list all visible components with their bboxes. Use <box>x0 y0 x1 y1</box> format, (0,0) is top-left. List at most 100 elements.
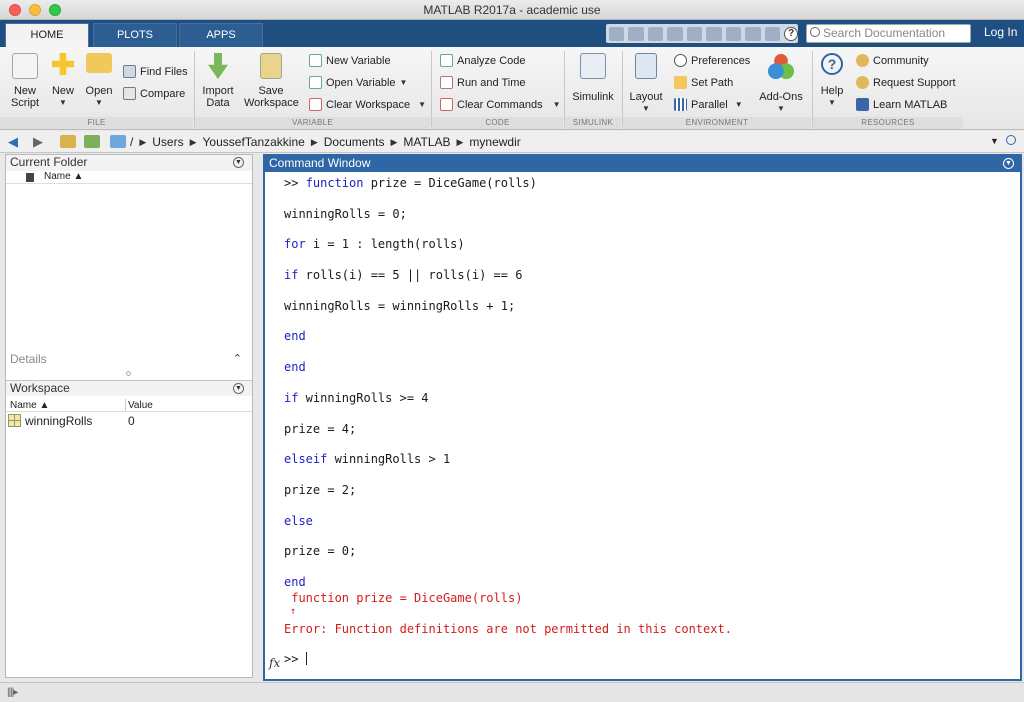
command-window-actions-icon[interactable]: ▼ <box>1003 158 1014 169</box>
tab-home[interactable]: HOME <box>5 23 89 48</box>
code-line: if winningRolls >= 4 <box>284 391 429 405</box>
add-ons-button[interactable]: Add-Ons ▼ <box>756 53 806 115</box>
command-prompt[interactable]: >> <box>284 652 307 666</box>
code-line: end <box>284 575 306 589</box>
community-button[interactable]: Community <box>856 54 929 67</box>
code-line: elseif winningRolls > 1 <box>284 452 451 466</box>
tab-plots[interactable]: PLOTS <box>93 23 177 47</box>
search-folder-icon[interactable] <box>1006 135 1016 145</box>
log-in-link[interactable]: Log In <box>984 25 1017 39</box>
undo-icon[interactable] <box>706 26 722 41</box>
parallel-dropdown-caret[interactable]: ▼ <box>735 100 743 109</box>
clear-workspace-icon <box>309 98 322 111</box>
open-variable-button[interactable]: Open Variable ▼ <box>309 76 407 89</box>
new-variable-button[interactable]: New Variable <box>309 54 391 67</box>
current-folder-actions-icon[interactable]: ▼ <box>233 157 244 168</box>
simulink-button[interactable]: Simulink <box>570 53 616 103</box>
set-path-button[interactable]: Set Path <box>674 76 733 89</box>
help-icon[interactable]: ? <box>784 26 798 41</box>
tab-apps[interactable]: APPS <box>179 23 263 47</box>
clear-workspace-button[interactable]: Clear Workspace ▼ <box>309 98 426 111</box>
paste-icon[interactable] <box>686 26 703 41</box>
back-arrow-icon[interactable]: ◀ <box>8 134 18 150</box>
current-folder-name-column[interactable]: Name ▲ <box>44 171 83 182</box>
home-toolstrip: New Script New ▼ Open ▼ Find Files Compa… <box>0 47 1024 130</box>
analyze-code-icon <box>440 54 453 67</box>
clear-commands-dropdown-caret[interactable]: ▼ <box>553 100 561 109</box>
save-workspace-label-1: Save <box>258 85 284 97</box>
workspace-actions-icon[interactable]: ▼ <box>233 383 244 394</box>
breadcrumb-users[interactable]: Users <box>152 135 183 149</box>
chevron-up-icon[interactable]: ⌃ <box>233 352 242 367</box>
import-data-label-1: Import <box>202 85 234 97</box>
code-group-label: CODE <box>485 118 510 127</box>
shortcuts-icon[interactable] <box>609 26 625 41</box>
set-path-icon <box>674 76 687 89</box>
new-button[interactable]: New ▼ <box>48 53 78 109</box>
function-browser-icon[interactable]: fx <box>269 656 280 670</box>
clear-commands-button[interactable]: Clear Commands ▼ <box>440 98 561 111</box>
run-and-time-button[interactable]: Run and Time <box>440 76 525 89</box>
find-files-button[interactable]: Find Files <box>123 65 188 78</box>
workspace-name-column[interactable]: Name ▲ <box>10 400 49 411</box>
new-dropdown-caret: ▼ <box>59 98 67 107</box>
variable-group-label: VARIABLE <box>292 118 333 127</box>
breadcrumb-mynewdir[interactable]: mynewdir <box>469 135 520 149</box>
copy-icon[interactable] <box>667 26 683 41</box>
find-files-icon <box>123 65 136 78</box>
workspace-value-column[interactable]: Value <box>128 400 153 411</box>
toolstrip-tabs: HOME PLOTS APPS ? Search Documentation L… <box>0 20 1024 48</box>
document-icon[interactable] <box>764 26 781 41</box>
analyze-code-button[interactable]: Analyze Code <box>440 54 526 67</box>
breadcrumb-user[interactable]: YoussefTanzakkine <box>203 135 305 149</box>
help-button[interactable]: ? Help ▼ <box>816 53 848 109</box>
add-ons-dropdown-caret: ▼ <box>777 104 785 113</box>
new-script-button[interactable]: New Script <box>8 53 42 109</box>
code-line: if rolls(i) == 5 || rolls(i) == 6 <box>284 268 523 282</box>
splitter-handle[interactable] <box>126 371 131 376</box>
workspace-variable-value: 0 <box>128 414 135 428</box>
breadcrumb-root[interactable]: / <box>130 135 133 149</box>
help-dropdown-caret: ▼ <box>828 98 836 107</box>
save-workspace-button[interactable]: Save Workspace <box>244 53 299 109</box>
help-label: Help <box>820 85 844 97</box>
cut-icon[interactable] <box>647 26 664 41</box>
column-divider <box>125 399 126 411</box>
code-line: else <box>284 514 313 528</box>
breadcrumb-documents[interactable]: Documents <box>324 135 385 149</box>
clear-workspace-dropdown-caret[interactable]: ▼ <box>418 100 426 109</box>
parallel-button[interactable]: Parallel ▼ <box>674 98 743 111</box>
request-support-button[interactable]: Request Support <box>856 76 956 89</box>
breadcrumb: / ▶ Users ▶ YoussefTanzakkine ▶ Document… <box>130 135 521 149</box>
details-header[interactable]: Details ⌃ <box>6 352 252 368</box>
save-icon[interactable] <box>628 26 644 41</box>
path-dropdown-icon[interactable]: ▼ <box>990 136 999 146</box>
title-bar: MATLAB R2017a - academic use <box>0 0 1024 20</box>
compare-button[interactable]: Compare <box>123 87 185 100</box>
search-documentation-input[interactable]: Search Documentation <box>806 24 971 43</box>
command-window[interactable]: Command Window ▼ >> function prize = Dic… <box>263 154 1022 681</box>
environment-group-label: ENVIRONMENT <box>685 118 749 127</box>
forward-arrow-icon[interactable]: ▶ <box>33 134 43 150</box>
request-support-label: Request Support <box>873 76 956 89</box>
browse-folder-icon[interactable] <box>84 135 100 148</box>
preferences-button[interactable]: Preferences <box>674 54 750 67</box>
new-script-icon <box>12 53 38 79</box>
open-button[interactable]: Open ▼ <box>84 53 114 109</box>
breadcrumb-matlab[interactable]: MATLAB <box>403 135 450 149</box>
clear-workspace-label: Clear Workspace <box>326 98 411 111</box>
open-variable-dropdown-caret[interactable]: ▼ <box>400 78 408 87</box>
layout-dropdown-caret: ▼ <box>642 104 650 113</box>
status-bar-grip-icon[interactable]: ||||▸ <box>7 687 18 698</box>
switch-windows-icon[interactable] <box>745 26 761 41</box>
workspace-title: Workspace <box>10 381 70 395</box>
table-row[interactable]: winningRolls 0 <box>6 413 252 429</box>
layout-button[interactable]: Layout ▼ <box>627 53 665 115</box>
import-data-button[interactable]: Import Data <box>199 53 237 109</box>
preferences-label: Preferences <box>691 54 751 67</box>
redo-icon[interactable] <box>725 26 742 41</box>
up-folder-icon[interactable] <box>60 135 76 148</box>
add-ons-label: Add-Ons <box>759 91 803 103</box>
learn-matlab-button[interactable]: Learn MATLAB <box>856 98 947 111</box>
current-folder-column-header[interactable]: Name ▲ <box>6 171 252 184</box>
